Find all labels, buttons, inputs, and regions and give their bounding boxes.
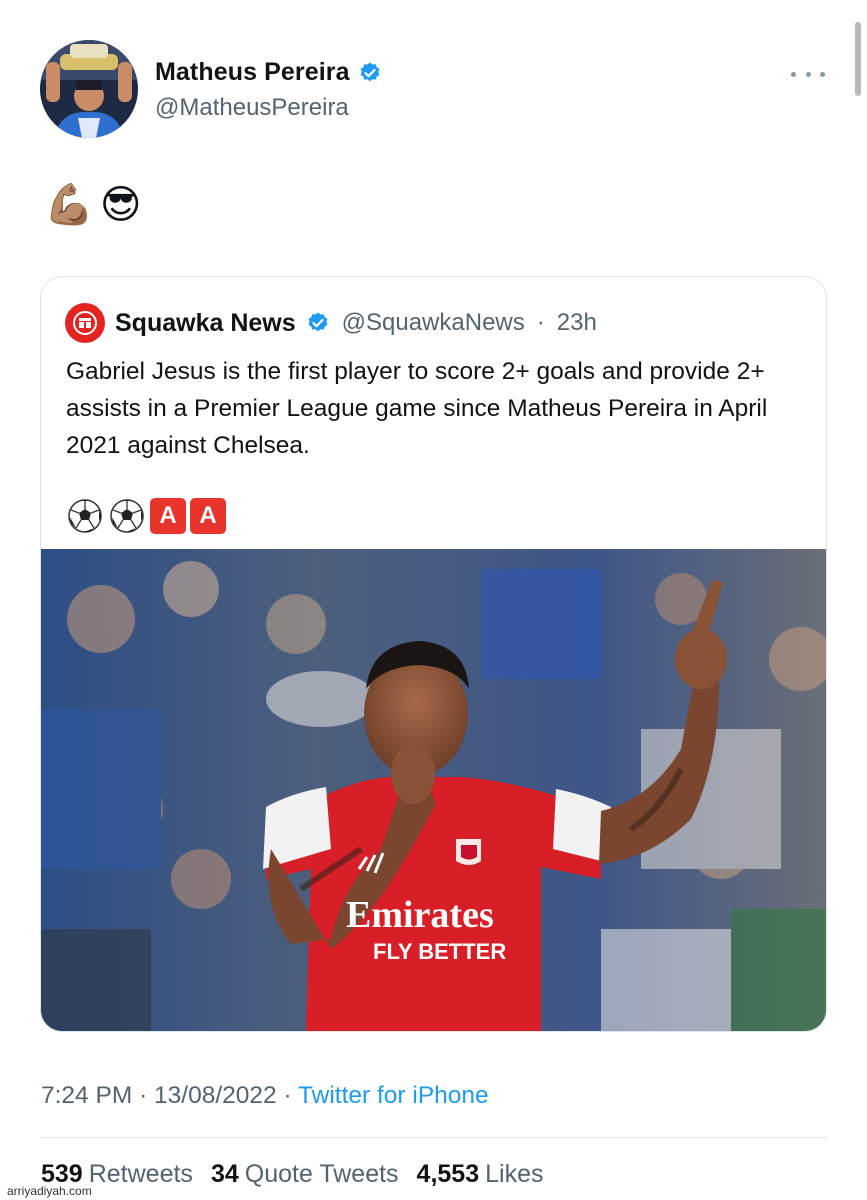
quoted-tweet-photo[interactable]: Emirates FLY BETTER (41, 549, 826, 1031)
author-name-text[interactable]: Matheus Pereira (155, 58, 350, 87)
quoted-tweet-text: Gabriel Jesus is the first player to sco… (66, 358, 768, 459)
sunglasses-emoji: 😎 (99, 182, 142, 228)
author-avatar[interactable] (40, 40, 138, 138)
sponsor-subtext: FLY BETTER (373, 939, 506, 964)
sponsor-text: Emirates (346, 894, 494, 936)
flexed-biceps-emoji: 💪🏽 (44, 182, 94, 228)
dot-separator: · (536, 309, 545, 336)
a-button-emoji: A (190, 498, 226, 534)
tweet-metadata: 7:24 PM · 13/08/2022 · Twitter for iPhon… (41, 1082, 489, 1110)
retweets-label: Retweets (88, 1160, 193, 1188)
quote-tweets-label: Quote Tweets (244, 1160, 399, 1188)
tweet-source-link[interactable]: Twitter for iPhone (298, 1082, 489, 1109)
quote-tweets-stat[interactable]: 34 Quote Tweets (211, 1160, 399, 1189)
watermark: arriyadiyah.com (4, 1183, 95, 1199)
verified-badge-icon (358, 61, 382, 85)
quoted-timestamp[interactable]: 23h (557, 309, 597, 337)
a-button-emoji: A (150, 498, 186, 534)
soccer-ball-icon (110, 499, 144, 533)
tweet-date[interactable]: 13/08/2022 (154, 1082, 277, 1109)
verified-badge-icon (306, 311, 330, 335)
likes-label: Likes (485, 1160, 544, 1188)
more-options-icon[interactable] (791, 62, 825, 86)
dot-separator: · (139, 1082, 148, 1109)
dot-separator: · (283, 1082, 292, 1109)
quoted-tweet-card[interactable]: Squawka News @SquawkaNews · 23h Gabriel … (40, 276, 827, 1032)
tweet-text: 💪🏽 😎 (44, 182, 142, 228)
scrollbar[interactable] (855, 22, 861, 96)
quoted-tweet-header: Squawka News @SquawkaNews · 23h (65, 303, 597, 343)
likes-stat[interactable]: 4,553 Likes (417, 1160, 544, 1189)
likes-count: 4,553 (416, 1160, 480, 1188)
tweet-time[interactable]: 7:24 PM (41, 1082, 132, 1109)
quoted-author-name[interactable]: Squawka News (115, 309, 296, 338)
squawka-logo-icon[interactable] (65, 303, 105, 343)
author-name[interactable]: Matheus Pereira (155, 58, 382, 87)
quoted-emoji-row: ⚽ ⚽ A A (66, 497, 226, 535)
quote-tweets-count: 34 (210, 1160, 239, 1188)
divider (40, 1137, 827, 1138)
quoted-author-handle[interactable]: @SquawkaNews (342, 309, 525, 337)
tweet-stats: 539 Retweets 34 Quote Tweets 4,553 Likes (41, 1160, 543, 1189)
soccer-ball-icon (68, 499, 102, 533)
author-handle[interactable]: @MatheusPereira (155, 94, 349, 122)
